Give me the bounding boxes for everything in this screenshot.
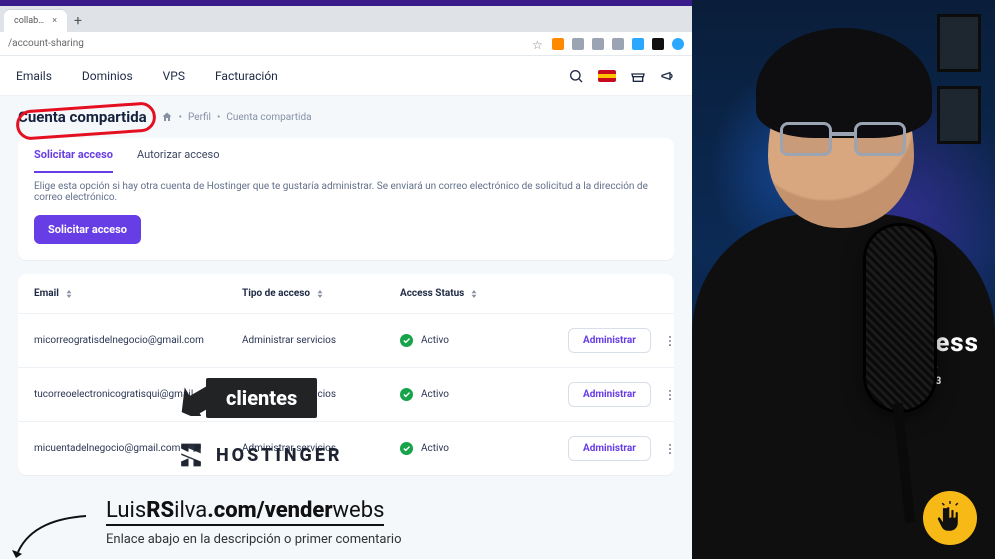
cta-sub: Enlace abajo en la descripción o primer … [106,532,401,547]
new-tab-button[interactable]: + [67,10,89,32]
click-hand-icon [923,491,977,545]
solicitar-acceso-button[interactable]: Solicitar acceso [34,215,141,244]
flag-es-icon[interactable] [598,70,616,82]
url-icons: ☆ [532,38,684,50]
administrar-button[interactable]: Administrar [568,436,651,461]
table-row: tucorreoelectronicogratisqui@gmail.com A… [18,367,674,421]
crumb-profile[interactable]: Perfil [188,112,211,123]
administrar-button[interactable]: Administrar [568,328,651,353]
table-row: micorreogratisdelnegocio@gmail.com Admin… [18,313,674,367]
close-tab-icon[interactable]: × [52,16,57,26]
status-check-icon [400,334,413,347]
cell-status: Activo [400,442,560,455]
home-icon[interactable] [161,111,173,123]
nav-vps[interactable]: VPS [163,69,185,83]
search-icon[interactable] [568,68,584,84]
hostinger-logo: HOSTINGER [178,442,343,468]
tab-autorizar-acceso[interactable]: Autorizar acceso [137,148,220,173]
nav-emails[interactable]: Emails [16,69,52,83]
cta-link: LuisRSilva.com/venderwebs Enlace abajo e… [106,498,401,547]
url-bar[interactable]: /account-sharing ☆ [0,32,692,56]
ext-icon-4[interactable] [612,38,624,50]
col-email[interactable]: Email [34,288,234,299]
cell-status: Activo [400,388,560,401]
store-icon[interactable] [630,68,646,84]
row-menu-button[interactable] [661,438,679,460]
tabs: Solicitar acceso Autorizar acceso [18,138,674,173]
top-nav: Emails Dominios VPS Facturación [0,56,692,96]
sort-icon [470,290,478,298]
status-check-icon [400,442,413,455]
browser-window: collab… × + /account-sharing ☆ Emails Do… [0,0,692,559]
cta-arrow-icon [8,512,88,558]
col-tipo[interactable]: Tipo de acceso [242,288,392,299]
page-title: Cuenta compartida [18,108,147,126]
row-menu-button[interactable] [661,330,679,352]
cell-status: Activo [400,334,560,347]
annotation-label-clientes: clientes [206,378,317,418]
col-status[interactable]: Access Status [400,288,560,299]
ext-icon-1[interactable] [552,38,564,50]
page-content: Cuenta compartida • Perfil • Cuenta comp… [0,96,692,493]
crumb-current: Cuenta compartida [226,112,311,123]
table-row: micuentadelnegocio@gmail.com Administrar… [18,421,674,475]
cta-url: LuisRSilva.com/venderwebs [106,498,384,526]
administrar-button[interactable]: Administrar [568,382,651,407]
ext-icon-7[interactable] [672,38,684,50]
ext-icon-2[interactable] [572,38,584,50]
ext-icon-5[interactable] [632,38,644,50]
webcam-panel: ordPress org EST. 2003 [692,0,995,559]
bookmark-star-icon[interactable]: ☆ [532,38,544,50]
request-card: Solicitar acceso Autorizar acceso Elige … [18,138,674,260]
megaphone-icon[interactable] [660,68,676,84]
presenter [692,18,995,559]
hostinger-wordmark: HOSTINGER [216,445,343,466]
cell-email: tucorreoelectronicogratisqui@gmail.com [34,389,234,400]
sort-icon [316,290,324,298]
ext-icon-3[interactable] [592,38,604,50]
browser-tab[interactable]: collab… × [4,10,67,32]
browser-tabbar: collab… × + [0,6,692,32]
tab-title: collab… [14,16,44,26]
sort-icon [65,290,73,298]
cell-type: Administrar servicios [242,335,392,346]
table-head: Email Tipo de acceso Access Status [18,274,674,313]
breadcrumb: • Perfil • Cuenta compartida [161,111,312,123]
nav-facturacion[interactable]: Facturación [215,69,278,83]
nav-dominios[interactable]: Dominios [82,69,133,83]
url-text: /account-sharing [8,38,532,49]
tab-description: Elige esta opción si hay otra cuenta de … [18,173,674,203]
hostinger-mark-icon [178,442,204,468]
row-menu-button[interactable] [661,384,679,406]
status-check-icon [400,388,413,401]
shirt-text: ordPress org EST. 2003 [865,330,979,388]
access-table: Email Tipo de acceso Access Status micor… [18,274,674,475]
cell-email: micorreogratisdelnegocio@gmail.com [34,335,234,346]
tab-solicitar-acceso[interactable]: Solicitar acceso [34,148,113,173]
ext-icon-6[interactable] [652,38,664,50]
